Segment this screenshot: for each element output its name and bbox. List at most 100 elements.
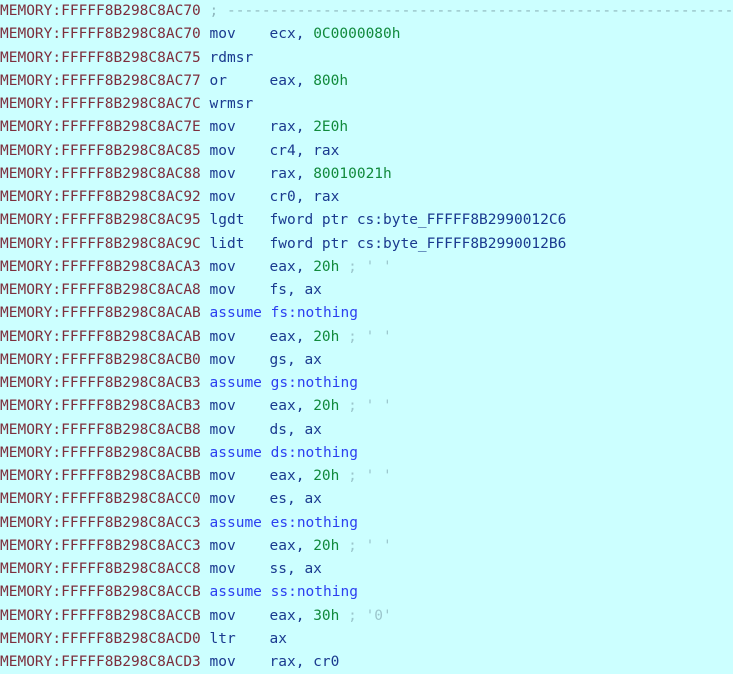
instruction-mnemonic[interactable]: mov bbox=[210, 116, 270, 139]
instruction-mnemonic[interactable]: mov bbox=[210, 558, 270, 581]
immediate-value[interactable]: 20h bbox=[313, 259, 339, 275]
instruction-operands[interactable]: es, ax bbox=[270, 491, 322, 507]
disasm-line[interactable]: MEMORY:FFFFF8B298C8ACBB mov eax, 20h ; ' ' bbox=[0, 465, 733, 488]
line-address: MEMORY:FFFFF8B298C8AC95 bbox=[0, 212, 201, 229]
disasm-line[interactable]: MEMORY:FFFFF8B298C8ACA8 mov fs, ax bbox=[0, 279, 733, 302]
immediate-value[interactable]: 20h bbox=[313, 538, 339, 554]
instruction-mnemonic[interactable]: mov bbox=[210, 186, 270, 209]
instruction-mnemonic[interactable]: mov bbox=[210, 395, 270, 418]
disasm-line[interactable]: MEMORY:FFFFF8B298C8AC9C lidt fword ptr cs… bbox=[0, 233, 733, 256]
instruction-mnemonic[interactable]: mov bbox=[210, 605, 270, 628]
disasm-line[interactable]: MEMORY:FFFFF8B298C8AC7C wrmsr bbox=[0, 93, 733, 116]
instruction-mnemonic[interactable]: lgdt bbox=[210, 209, 270, 232]
disasm-line[interactable]: MEMORY:FFFFF8B298C8ACC3 assume es:nothin… bbox=[0, 512, 733, 535]
line-address: MEMORY:FFFFF8B298C8ACB0 bbox=[0, 351, 201, 368]
line-address: MEMORY:FFFFF8B298C8ACAB bbox=[0, 328, 201, 345]
instruction-operands[interactable]: rax, bbox=[270, 119, 314, 135]
immediate-value[interactable]: 20h bbox=[313, 329, 339, 345]
instruction-operands[interactable]: ax bbox=[270, 631, 287, 647]
disassembly-listing[interactable]: MEMORY:FFFFF8B298C8AC70 ; --------------… bbox=[0, 0, 733, 670]
instruction-mnemonic[interactable]: mov bbox=[210, 279, 270, 302]
immediate-value[interactable]: 30h bbox=[313, 608, 339, 624]
instruction-mnemonic[interactable]: mov bbox=[210, 465, 270, 488]
instruction-mnemonic[interactable]: lidt bbox=[210, 233, 270, 256]
instruction-operands[interactable]: eax, bbox=[270, 538, 314, 554]
instruction-operands[interactable]: ss, ax bbox=[270, 561, 322, 577]
line-address: MEMORY:FFFFF8B298C8ACA3 bbox=[0, 258, 201, 275]
instruction-mnemonic[interactable]: mov bbox=[210, 326, 270, 349]
instruction-mnemonic[interactable]: mov bbox=[210, 651, 270, 674]
instruction-mnemonic[interactable]: mov bbox=[210, 140, 270, 163]
line-address: MEMORY:FFFFF8B298C8AC77 bbox=[0, 72, 201, 89]
disasm-line[interactable]: MEMORY:FFFFF8B298C8ACCB mov eax, 30h ; '0' bbox=[0, 605, 733, 628]
disasm-line[interactable]: MEMORY:FFFFF8B298C8ACB8 mov ds, ax bbox=[0, 419, 733, 442]
disasm-line[interactable]: MEMORY:FFFFF8B298C8ACBB assume ds:nothin… bbox=[0, 442, 733, 465]
instruction-operands[interactable]: eax, bbox=[270, 398, 314, 414]
disasm-line[interactable]: MEMORY:FFFFF8B298C8ACA3 mov eax, 20h ; ' ' bbox=[0, 256, 733, 279]
instruction-mnemonic[interactable]: mov bbox=[210, 256, 270, 279]
immediate-value[interactable]: 20h bbox=[313, 398, 339, 414]
instruction-operands[interactable]: fword ptr cs:byte_FFFFF8B2990012B6 bbox=[270, 236, 567, 252]
disasm-line[interactable]: MEMORY:FFFFF8B298C8ACB3 assume gs:nothin… bbox=[0, 372, 733, 395]
separator-comment: ; --------------------------------------… bbox=[209, 3, 733, 19]
instruction-operands[interactable]: ecx, bbox=[270, 26, 314, 42]
instruction-operands[interactable]: eax, bbox=[270, 259, 314, 275]
immediate-value[interactable]: 2E0h bbox=[313, 119, 348, 135]
immediate-value[interactable]: 0C0000080h bbox=[313, 26, 400, 42]
disasm-line[interactable]: MEMORY:FFFFF8B298C8AC75 rdmsr bbox=[0, 47, 733, 70]
disasm-line[interactable]: MEMORY:FFFFF8B298C8ACCB assume ss:nothin… bbox=[0, 581, 733, 604]
instruction-operands[interactable]: eax, bbox=[270, 608, 314, 624]
instruction-operands[interactable]: fword ptr cs:byte_FFFFF8B2990012C6 bbox=[270, 212, 567, 228]
instruction-mnemonic[interactable]: mov bbox=[210, 535, 270, 558]
line-address: MEMORY:FFFFF8B298C8AC75 bbox=[0, 49, 201, 66]
disasm-line[interactable]: MEMORY:FFFFF8B298C8AC88 mov rax, 80010021… bbox=[0, 163, 733, 186]
disasm-line[interactable]: MEMORY:FFFFF8B298C8AC77 or eax, 800h bbox=[0, 70, 733, 93]
disasm-line[interactable]: MEMORY:FFFFF8B298C8ACD0 ltr ax bbox=[0, 628, 733, 651]
line-address: MEMORY:FFFFF8B298C8AC7E bbox=[0, 119, 201, 136]
line-address: MEMORY:FFFFF8B298C8ACC3 bbox=[0, 514, 201, 531]
disasm-line[interactable]: MEMORY:FFFFF8B298C8ACAB mov eax, 20h ; ' ' bbox=[0, 326, 733, 349]
disasm-line[interactable]: MEMORY:FFFFF8B298C8AC70 mov ecx, 0C000008… bbox=[0, 23, 733, 46]
instruction-mnemonic[interactable]: mov bbox=[210, 163, 270, 186]
instruction-operands[interactable]: fs, ax bbox=[270, 282, 322, 298]
disasm-line[interactable]: MEMORY:FFFFF8B298C8ACC3 mov eax, 20h ; ' ' bbox=[0, 535, 733, 558]
instruction-mnemonic[interactable]: mov bbox=[210, 419, 270, 442]
instruction-mnemonic[interactable]: mov bbox=[210, 349, 270, 372]
line-address: MEMORY:FFFFF8B298C8ACD3 bbox=[0, 654, 201, 670]
instruction-operands[interactable]: ds, ax bbox=[270, 422, 322, 438]
line-address: MEMORY:FFFFF8B298C8ACC0 bbox=[0, 491, 201, 508]
disasm-line[interactable]: MEMORY:FFFFF8B298C8ACC8 mov ss, ax bbox=[0, 558, 733, 581]
line-address: MEMORY:FFFFF8B298C8AC88 bbox=[0, 165, 201, 182]
instruction-operands[interactable]: gs, ax bbox=[270, 352, 322, 368]
instruction-operands[interactable]: rax, bbox=[270, 166, 314, 182]
disasm-line[interactable]: MEMORY:FFFFF8B298C8ACC0 mov es, ax bbox=[0, 488, 733, 511]
instruction-mnemonic[interactable]: ltr bbox=[210, 628, 270, 651]
disasm-line[interactable]: MEMORY:FFFFF8B298C8ACD3 mov rax, cr0 bbox=[0, 651, 733, 674]
instruction-mnemonic[interactable]: mov bbox=[210, 23, 270, 46]
instruction-operands[interactable]: eax, bbox=[270, 329, 314, 345]
assume-directive: assume gs:nothing bbox=[209, 375, 358, 391]
instruction-mnemonic[interactable]: or bbox=[210, 70, 270, 93]
disasm-line[interactable]: MEMORY:FFFFF8B298C8ACB0 mov gs, ax bbox=[0, 349, 733, 372]
disasm-line[interactable]: MEMORY:FFFFF8B298C8AC85 mov cr4, rax bbox=[0, 140, 733, 163]
instruction-operands[interactable]: cr0, rax bbox=[270, 189, 340, 205]
disasm-line[interactable]: MEMORY:FFFFF8B298C8AC70 ; --------------… bbox=[0, 0, 733, 23]
instruction-operands[interactable]: rax, cr0 bbox=[270, 654, 340, 670]
disasm-line[interactable]: MEMORY:FFFFF8B298C8ACB3 mov eax, 20h ; ' ' bbox=[0, 395, 733, 418]
immediate-value[interactable]: 80010021h bbox=[313, 166, 392, 182]
disasm-line[interactable]: MEMORY:FFFFF8B298C8AC92 mov cr0, rax bbox=[0, 186, 733, 209]
immediate-value[interactable]: 20h bbox=[313, 468, 339, 484]
instruction-mnemonic[interactable]: wrmsr bbox=[210, 93, 270, 116]
instruction-mnemonic[interactable]: mov bbox=[210, 488, 270, 511]
disasm-line[interactable]: MEMORY:FFFFF8B298C8ACAB assume fs:nothin… bbox=[0, 302, 733, 325]
immediate-value[interactable]: 800h bbox=[313, 73, 348, 89]
disasm-line[interactable]: MEMORY:FFFFF8B298C8AC7E mov rax, 2E0h bbox=[0, 116, 733, 139]
inline-comment: ; ' ' bbox=[348, 468, 392, 484]
disasm-line[interactable]: MEMORY:FFFFF8B298C8AC95 lgdt fword ptr cs… bbox=[0, 209, 733, 232]
inline-comment: ; ' ' bbox=[348, 328, 392, 345]
instruction-operands[interactable]: cr4, rax bbox=[270, 143, 340, 159]
instruction-operands[interactable]: eax, bbox=[270, 73, 314, 89]
instruction-operands[interactable]: eax, bbox=[270, 468, 314, 484]
assume-directive: assume ss:nothing bbox=[209, 584, 358, 601]
instruction-mnemonic[interactable]: rdmsr bbox=[210, 47, 270, 70]
